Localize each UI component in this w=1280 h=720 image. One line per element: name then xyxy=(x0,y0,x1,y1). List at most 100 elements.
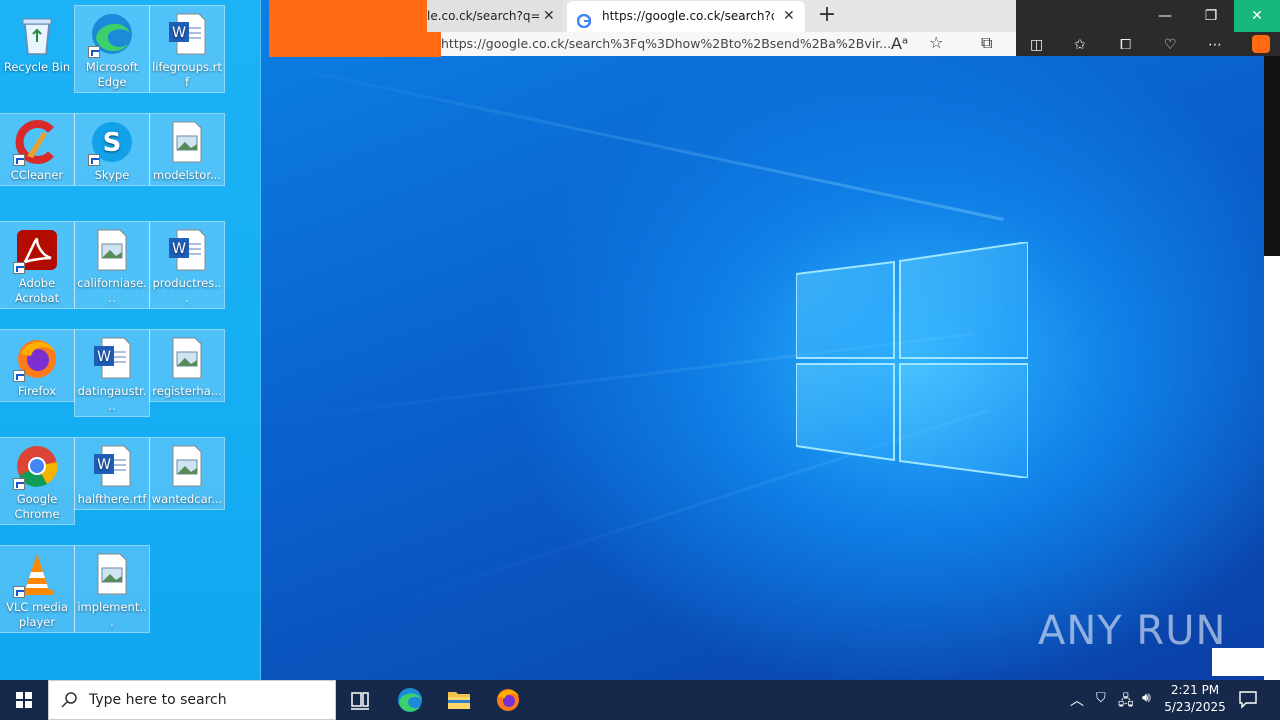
desktop-icon-google-chrome[interactable]: Google Chrome xyxy=(0,437,75,525)
more-menu-icon[interactable]: ⋯ xyxy=(1208,37,1222,53)
image-file-icon xyxy=(163,334,211,382)
desktop-icon-vlc-media-player[interactable]: VLC media player xyxy=(0,545,75,633)
word-document-icon: W xyxy=(88,442,136,490)
taskbar: Type here to search ︿ ⛉ 🖧 🔊︎ 2:21 PM 5/2… xyxy=(0,680,1280,720)
task-view-button[interactable] xyxy=(336,680,384,720)
desktop-icon-firefox[interactable]: Firefox xyxy=(0,329,75,402)
read-aloud-icon[interactable]: Aᵃ xyxy=(891,34,908,53)
tab-title: https://google.co.ck/search?q=h xyxy=(602,9,774,23)
desktop-icon-microsoft-edge[interactable]: Microsoft Edge xyxy=(74,5,150,93)
new-tab-button[interactable]: + xyxy=(816,3,838,29)
word-document-icon: W xyxy=(163,226,211,274)
desktop-icon-registerha[interactable]: registerha... xyxy=(149,329,225,402)
desktop-icon-label: productres... xyxy=(152,276,222,305)
defender-icon[interactable]: ⛉ xyxy=(1096,691,1106,706)
orange-tab-fragment xyxy=(269,0,441,57)
search-placeholder: Type here to search xyxy=(89,692,227,708)
desktop-icon-californiase[interactable]: californiase... xyxy=(74,221,150,309)
recycle-bin-icon xyxy=(13,10,61,58)
browser-tab-1[interactable]: le.co.ck/search?q=g ✕ xyxy=(427,0,563,32)
taskbar-file-explorer-button[interactable] xyxy=(435,680,483,720)
desktop-icon-label: Skype xyxy=(94,168,130,182)
desktop-icon-wantedcar[interactable]: wantedcar... xyxy=(149,437,225,510)
firefox-icon xyxy=(497,689,519,711)
address-bar[interactable]: https://google.co.ck/search%3Fq%3Dhow%2B… xyxy=(441,32,1016,56)
desktop-icon-label: Firefox xyxy=(17,384,57,398)
ccleaner-icon xyxy=(13,118,61,166)
favorite-star-icon[interactable]: ☆ xyxy=(929,33,943,52)
clock-time: 2:21 PM xyxy=(1170,683,1220,697)
close-tab-icon[interactable]: ✕ xyxy=(543,0,555,32)
favorites-icon[interactable]: ✩ xyxy=(1074,37,1086,53)
start-button[interactable] xyxy=(0,680,48,720)
notification-center-icon[interactable] xyxy=(1238,689,1258,713)
folder-icon xyxy=(448,692,470,709)
collections-icon[interactable]: ⧠ xyxy=(1120,37,1131,53)
split-screen-icon[interactable]: ◫ xyxy=(1030,37,1043,53)
extensions-icon[interactable]: ⧉ xyxy=(981,33,992,53)
close-window-button[interactable]: ✕ xyxy=(1234,0,1280,32)
svg-text:W: W xyxy=(172,241,186,257)
address-url: https://google.co.ck/search%3Fq%3Dhow%2B… xyxy=(441,36,892,51)
desktop-icon-label: Recycle Bin xyxy=(3,60,71,74)
window-edge xyxy=(1264,56,1280,256)
browser-tab-2-active[interactable]: https://google.co.ck/search?q=h ✕ xyxy=(567,1,805,32)
desktop-icon-label: Google Chrome xyxy=(14,492,60,521)
desktop-icon-modelstor[interactable]: modelstor... xyxy=(149,113,225,186)
browser-essentials-icon[interactable]: ♡ xyxy=(1164,37,1177,53)
desktop-icon-label: halfthere.rtf xyxy=(77,492,147,506)
close-tab-icon[interactable]: ✕ xyxy=(783,1,795,32)
svg-text:S: S xyxy=(103,128,122,158)
desktop-icon-label: datingaustr... xyxy=(77,384,147,413)
desktop-icon-label: registerha... xyxy=(152,384,222,398)
firefox-icon xyxy=(13,334,61,382)
desktop-icon-label: californiase... xyxy=(77,276,147,305)
desktop-icon-lifegroups-rtf[interactable]: W lifegroups.rtf xyxy=(149,5,225,93)
clock-date: 5/23/2025 xyxy=(1164,700,1226,714)
network-icon[interactable]: 🖧 xyxy=(1118,690,1134,714)
google-favicon-icon xyxy=(576,9,592,29)
desktop-icon-label: modelstor... xyxy=(153,168,221,182)
svg-text:W: W xyxy=(97,349,111,365)
desktop-icon-label: implement... xyxy=(77,600,147,629)
desktop-icon-label: CCleaner xyxy=(10,168,64,182)
svg-text:W: W xyxy=(172,25,186,41)
image-file-icon xyxy=(88,550,136,598)
taskbar-edge-button[interactable] xyxy=(386,680,434,720)
vlc-cone-icon xyxy=(13,550,61,598)
desktop-icon-halfthere-rtf[interactable]: W halfthere.rtf xyxy=(74,437,150,510)
show-hidden-icons-chevron-icon[interactable]: ︿ xyxy=(1070,690,1084,710)
anyrun-watermark: ANY RUN xyxy=(1038,608,1227,654)
desktop-icon-datingaustr[interactable]: W datingaustr... xyxy=(74,329,150,417)
desktop-icon-area: Recycle Bin Microsoft Edge W lifegroups.… xyxy=(0,0,261,680)
desktop-icon-label: Adobe Acrobat xyxy=(14,276,60,305)
task-view-icon xyxy=(351,692,369,710)
desktop-icon-implement[interactable]: implement... xyxy=(74,545,150,633)
restore-button[interactable]: ❐ xyxy=(1188,0,1234,32)
desktop-icon-label: lifegroups.rtf xyxy=(152,60,222,89)
image-file-icon xyxy=(88,226,136,274)
word-document-icon: W xyxy=(88,334,136,382)
minimize-button[interactable]: — xyxy=(1142,0,1188,32)
image-file-icon xyxy=(163,118,211,166)
volume-icon[interactable]: 🔊︎ xyxy=(1142,690,1151,706)
copilot-icon[interactable] xyxy=(1252,35,1270,53)
image-file-icon xyxy=(163,442,211,490)
chrome-icon xyxy=(13,442,61,490)
skype-icon: S xyxy=(88,118,136,166)
acrobat-icon xyxy=(13,226,61,274)
desktop-icon-productres[interactable]: W productres... xyxy=(149,221,225,309)
taskbar-firefox-button[interactable] xyxy=(484,680,532,720)
desktop-icon-skype[interactable]: S Skype xyxy=(74,113,150,186)
desktop-icon-ccleaner[interactable]: CCleaner xyxy=(0,113,75,186)
svg-text:W: W xyxy=(97,457,111,473)
desktop-icon-label: Microsoft Edge xyxy=(85,60,139,89)
window-edge-strip xyxy=(1264,256,1280,680)
edge-icon xyxy=(88,10,136,58)
desktop-icon-recycle-bin[interactable]: Recycle Bin xyxy=(0,6,74,77)
taskbar-search-box[interactable]: Type here to search xyxy=(48,680,336,720)
windows-start-icon xyxy=(16,692,32,708)
system-clock[interactable]: 2:21 PM 5/23/2025 xyxy=(1160,682,1230,716)
window-controls: — ❐ ✕ xyxy=(1016,0,1280,32)
desktop-icon-adobe-acrobat[interactable]: Adobe Acrobat xyxy=(0,221,75,309)
